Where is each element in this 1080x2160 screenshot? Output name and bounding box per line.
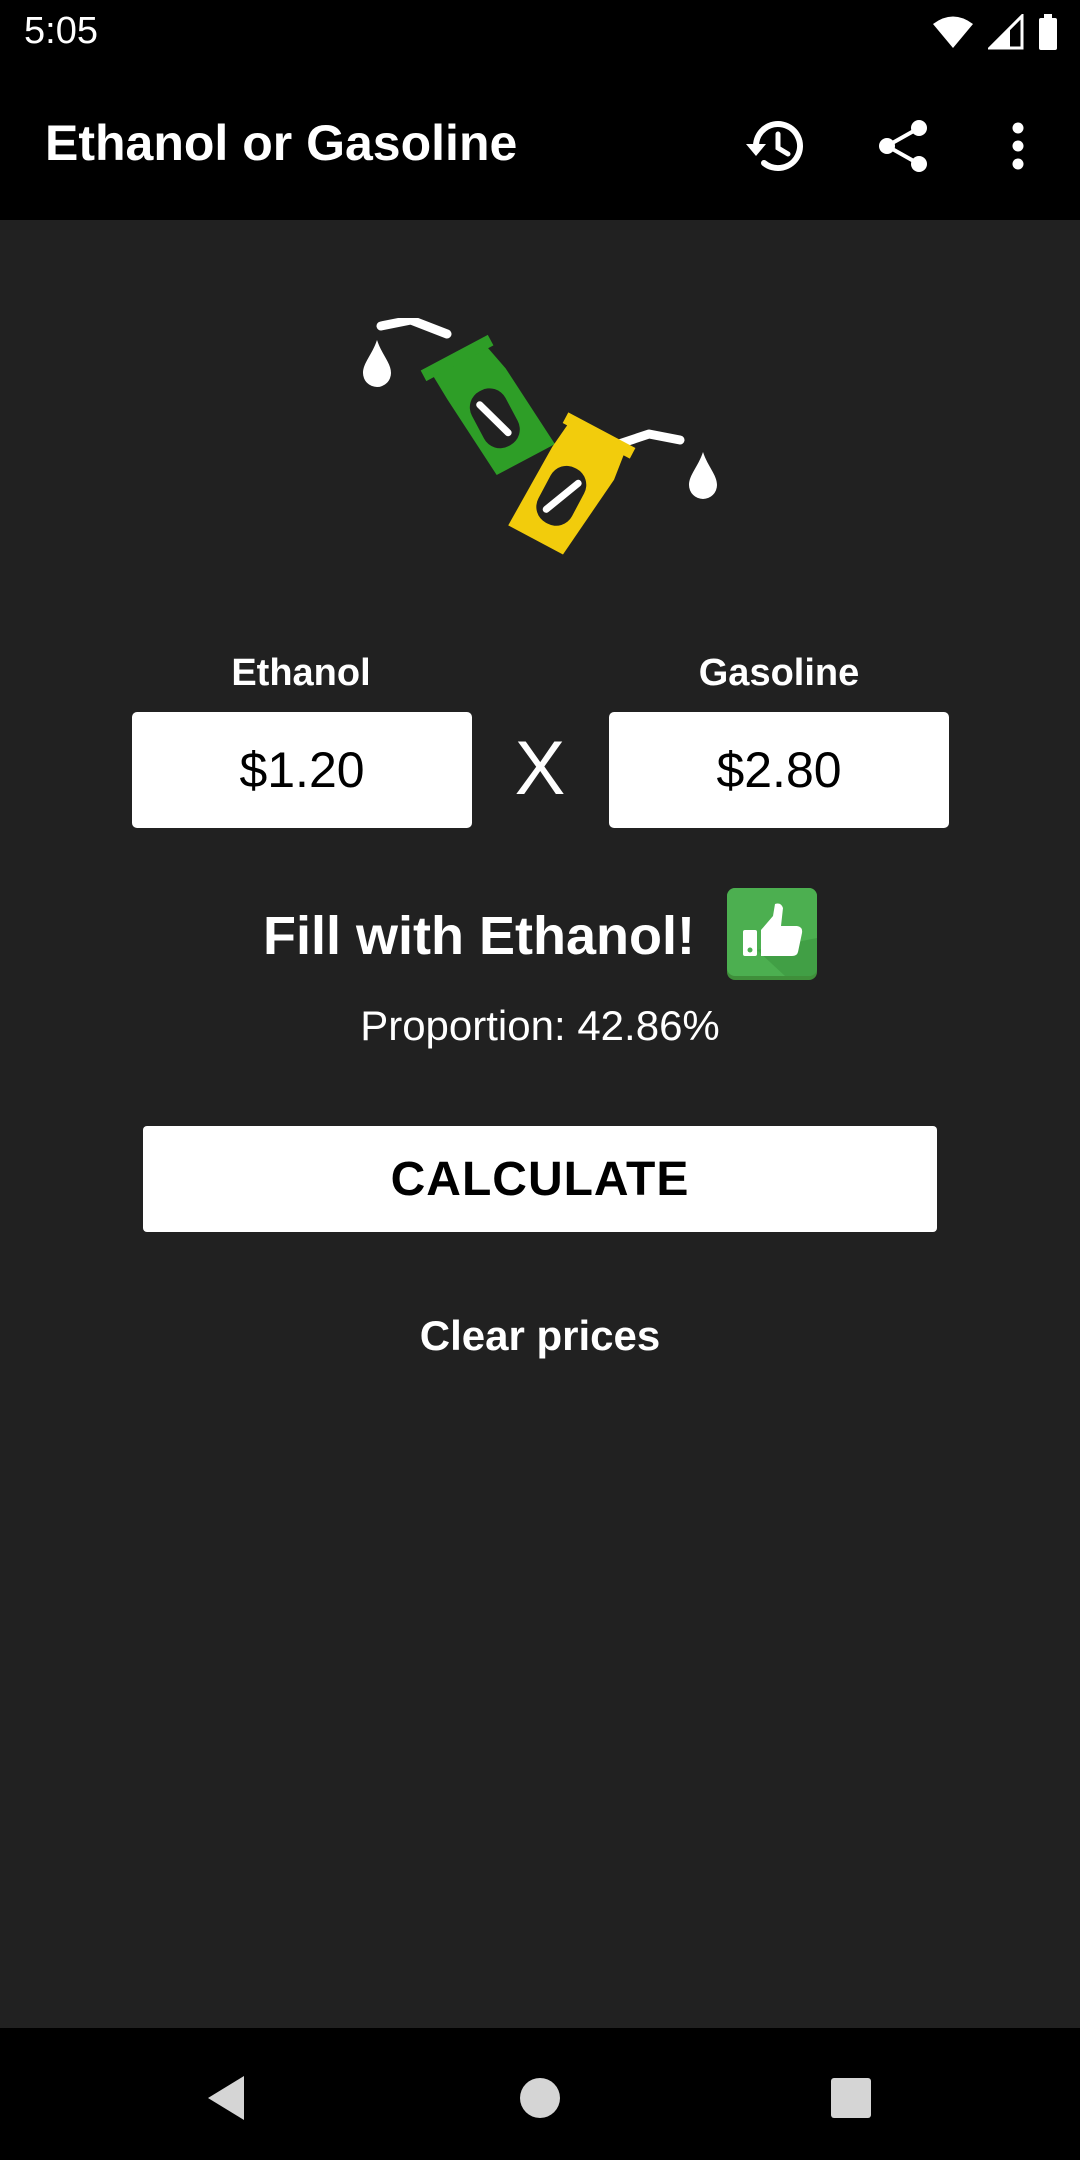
home-button[interactable] <box>500 2058 580 2138</box>
clear-prices-button[interactable]: Clear prices <box>340 1312 740 1360</box>
back-icon <box>208 2076 244 2120</box>
recents-icon <box>831 2078 871 2118</box>
back-button[interactable] <box>186 2058 266 2138</box>
navigation-bar <box>0 2028 1080 2160</box>
status-time: 5:05 <box>24 10 98 52</box>
ethanol-label: Ethanol <box>231 652 371 694</box>
status-icons <box>932 12 1058 52</box>
fuel-drop-left <box>363 340 391 387</box>
more-options-button[interactable] <box>978 106 1058 186</box>
app-screen: 5:05 Ethanol or Gasoline Ethanol Gasolin… <box>0 0 1080 2160</box>
battery-icon <box>1039 14 1057 50</box>
result-message: Fill with Ethanol! <box>263 906 695 966</box>
more-vert-icon <box>1012 122 1024 170</box>
app-bar: Ethanol or Gasoline <box>0 66 1080 220</box>
share-button[interactable] <box>863 106 943 186</box>
fuel-pumps-illustration <box>363 318 717 555</box>
calculate-button[interactable]: CALCULATE <box>143 1126 937 1232</box>
fuel-drop-right <box>689 452 717 499</box>
wifi-icon <box>933 16 973 48</box>
app-title: Ethanol or Gasoline <box>45 115 518 171</box>
main-content: Ethanol Gasoline X Fill with Ethanol! Pr… <box>0 220 1080 2028</box>
thumbs-up-icon <box>726 888 817 980</box>
status-bar: 5:05 <box>0 0 1080 66</box>
result-row: Fill with Ethanol! <box>0 888 1080 984</box>
recents-button[interactable] <box>811 2058 891 2138</box>
history-icon <box>746 121 803 172</box>
share-icon <box>879 120 927 172</box>
gasoline-label: Gasoline <box>698 652 860 694</box>
signal-icon <box>988 14 1024 50</box>
history-button[interactable] <box>733 106 813 186</box>
ethanol-price-input[interactable] <box>132 712 472 828</box>
proportion-text: Proportion: 42.86% <box>360 1002 720 1049</box>
home-icon <box>520 2078 560 2118</box>
ethanol-pump-nozzle <box>420 334 555 476</box>
versus-separator: X <box>514 726 566 811</box>
gasoline-price-input[interactable] <box>609 712 949 828</box>
